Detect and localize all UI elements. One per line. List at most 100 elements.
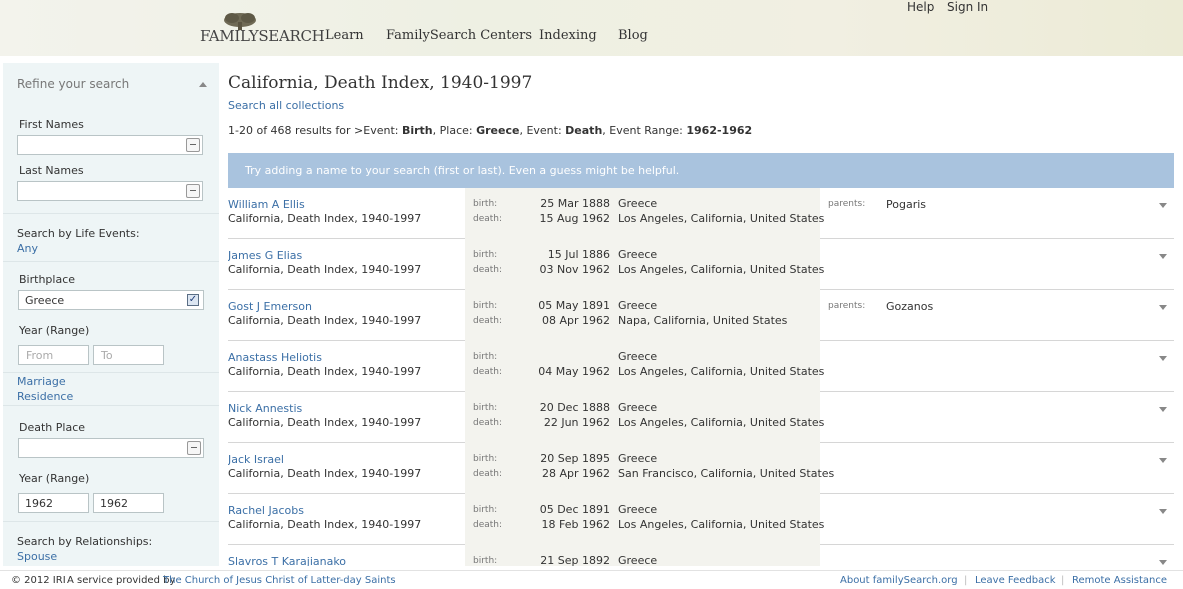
- parents-label: parents:: [828, 301, 866, 311]
- nav-indexing[interactable]: Indexing: [539, 28, 597, 43]
- result-events: birth: 20 Dec 1888 Greece death: 22 Jun 1962…: [465, 392, 824, 443]
- expand-chevron-icon[interactable]: [1159, 560, 1167, 565]
- expand-chevron-icon[interactable]: [1159, 407, 1167, 412]
- result-name-link[interactable]: Slavros T Karajianako: [228, 555, 346, 566]
- summary-place-label: , Place:: [432, 124, 473, 137]
- collapse-caret-icon[interactable]: [199, 82, 207, 87]
- first-names-options-icon[interactable]: [186, 138, 200, 152]
- familysearch-logo[interactable]: FAMILYSEARCH: [200, 12, 325, 45]
- summary-range: 1962-1962: [686, 124, 753, 137]
- death-label: death:: [473, 265, 503, 275]
- summary-event1: Birth: [401, 124, 433, 137]
- death-date: 22 Jun 1962: [543, 416, 610, 429]
- expand-chevron-icon[interactable]: [1159, 509, 1167, 514]
- life-events-any-link[interactable]: Any: [17, 242, 38, 255]
- death-place-input[interactable]: [18, 438, 204, 458]
- search-tip-banner: Try adding a name to your search (first …: [228, 153, 1174, 188]
- result-name-link[interactable]: James G Elias: [228, 249, 302, 262]
- death-place: Los Angeles, California, United States: [618, 365, 825, 378]
- result-events: birth: 20 Sep 1895 Greece death: 28 Apr 1962…: [465, 443, 834, 494]
- birth-label: birth:: [473, 454, 498, 464]
- death-date: 15 Aug 1962: [539, 212, 610, 225]
- relationships-label: Search by Relationships:: [17, 535, 153, 548]
- birthplace-exact-checkbox[interactable]: ✓: [187, 294, 199, 306]
- death-year-from-value: 1962: [25, 497, 53, 510]
- result-name-link[interactable]: Nick Annestis: [228, 402, 302, 415]
- parents-value: Pogaris: [886, 198, 927, 211]
- footer-separator: |: [964, 575, 968, 586]
- spouse-link[interactable]: Spouse: [17, 550, 57, 563]
- birth-label: birth:: [473, 301, 498, 311]
- logo-text: FAMILYSEARCH: [200, 27, 325, 45]
- death-date: 08 Apr 1962: [541, 314, 610, 327]
- parents-label: parents:: [828, 199, 866, 209]
- refine-sidebar: Refine your search First Names Last Name…: [3, 63, 219, 566]
- remote-assistance-link[interactable]: Remote Assistance: [1072, 575, 1167, 586]
- help-link[interactable]: Help: [907, 0, 934, 14]
- birth-date: 25 Mar 1888: [540, 197, 610, 210]
- first-names-input[interactable]: [17, 135, 203, 155]
- birthplace-label: Birthplace: [19, 273, 76, 286]
- death-year-range-label: Year (Range): [19, 472, 90, 485]
- birth-place: Greece: [618, 503, 658, 516]
- about-link[interactable]: About familySearch.org: [840, 575, 958, 586]
- nav-learn[interactable]: Learn: [325, 28, 364, 43]
- last-names-options-icon[interactable]: [186, 184, 200, 198]
- leave-feedback-link[interactable]: Leave Feedback: [975, 575, 1056, 586]
- marriage-link[interactable]: Marriage: [17, 375, 66, 388]
- result-events: birth: Greece death: 04 May 1962 Los Angeles…: [465, 341, 824, 392]
- result-events: birth: 05 Dec 1891 Greece death: 18 Feb 1962…: [465, 494, 824, 545]
- result-name-link[interactable]: Anastass Heliotis: [228, 351, 322, 364]
- last-names-input[interactable]: [17, 181, 203, 201]
- result-collection: California, Death Index, 1940-1997: [228, 467, 422, 480]
- expand-chevron-icon[interactable]: [1159, 458, 1167, 463]
- birth-place: Greece: [618, 299, 658, 312]
- service-text: A service provided by: [67, 575, 176, 586]
- result-collection: California, Death Index, 1940-1997: [228, 314, 422, 327]
- birth-label: birth:: [473, 352, 498, 362]
- birth-year-to-input[interactable]: To: [93, 345, 164, 365]
- result-collection: California, Death Index, 1940-1997: [228, 365, 422, 378]
- result-name-link[interactable]: Gost J Emerson: [228, 300, 312, 313]
- summary-place: Greece: [476, 124, 520, 137]
- summary-event2: Death: [565, 124, 603, 137]
- death-place: Los Angeles, California, United States: [618, 416, 825, 429]
- expand-chevron-icon[interactable]: [1159, 203, 1167, 208]
- expand-chevron-icon[interactable]: [1159, 356, 1167, 361]
- death-place: Los Angeles, California, United States: [618, 263, 825, 276]
- expand-chevron-icon[interactable]: [1159, 305, 1167, 310]
- search-all-collections-link[interactable]: Search all collections: [228, 99, 344, 112]
- nav-blog[interactable]: Blog: [618, 28, 648, 43]
- result-collection: California, Death Index, 1940-1997: [228, 416, 422, 429]
- sidebar-divider: [3, 521, 219, 522]
- birth-label: birth:: [473, 556, 498, 566]
- birthplace-input[interactable]: Greece ✓: [18, 290, 204, 310]
- sign-in-link[interactable]: Sign In: [947, 0, 988, 14]
- birth-label: birth:: [473, 505, 498, 515]
- page-title: California, Death Index, 1940-1997: [228, 73, 533, 93]
- death-year-to-input[interactable]: 1962: [93, 493, 164, 513]
- death-label: death:: [473, 469, 503, 479]
- birth-year-from-input[interactable]: From: [18, 345, 89, 365]
- birth-place: Greece: [618, 554, 658, 566]
- church-link[interactable]: The Church of Jesus Christ of Latter-day…: [163, 575, 396, 586]
- nav-familysearch-centers[interactable]: FamilySearch Centers: [386, 28, 532, 43]
- death-place: Napa, California, United States: [618, 314, 788, 327]
- result-name-link[interactable]: William A Ellis: [228, 198, 305, 211]
- summary-prefix: 1-20 of 468 results for >Event:: [228, 124, 399, 137]
- residence-link[interactable]: Residence: [17, 390, 73, 403]
- death-year-to-value: 1962: [100, 497, 128, 510]
- result-row: Nick Annestis California, Death Index, 19…: [228, 392, 1174, 443]
- result-collection: California, Death Index, 1940-1997: [228, 212, 422, 225]
- summary-range-label: , Event Range:: [602, 124, 683, 137]
- death-year-from-input[interactable]: 1962: [18, 493, 89, 513]
- result-name-link[interactable]: Rachel Jacobs: [228, 504, 304, 517]
- birth-date: 20 Sep 1895: [540, 452, 610, 465]
- birth-label: birth:: [473, 250, 498, 260]
- refine-title: Refine your search: [17, 77, 130, 91]
- expand-chevron-icon[interactable]: [1159, 254, 1167, 259]
- birth-place: Greece: [618, 350, 658, 363]
- death-place-options-icon[interactable]: [187, 441, 201, 455]
- result-name-link[interactable]: Jack Israel: [228, 453, 284, 466]
- birth-date: 21 Sep 1892: [540, 554, 610, 566]
